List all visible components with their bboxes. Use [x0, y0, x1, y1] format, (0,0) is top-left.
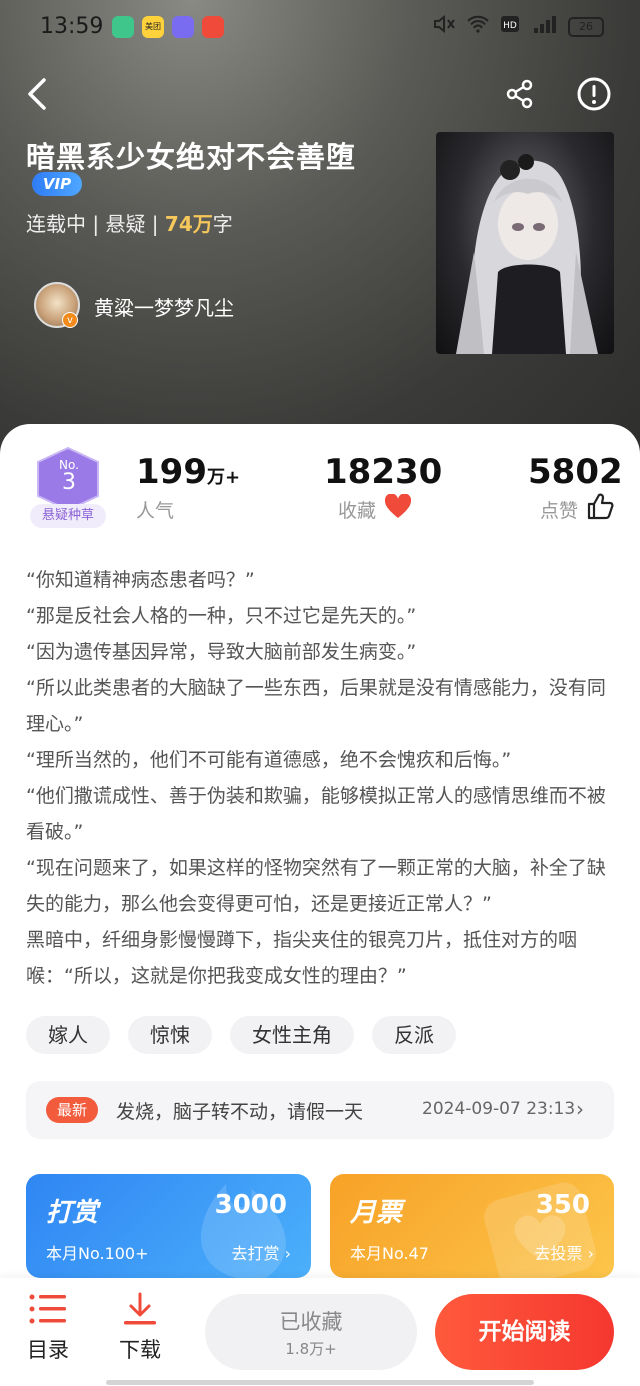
collect-value: 18230	[324, 452, 443, 492]
battery-icon: 26	[568, 16, 604, 37]
hd-icon: HD	[500, 15, 520, 38]
red-app-icon	[202, 16, 224, 38]
tag-item[interactable]: 惊悚	[128, 1016, 212, 1054]
rank-number: 3	[62, 470, 76, 495]
toc-button[interactable]: 目录	[18, 1292, 78, 1364]
vip-badge: VIP	[32, 172, 82, 196]
tag-item[interactable]: 反派	[372, 1016, 456, 1054]
share-icon	[506, 79, 533, 109]
collected-label: 已收藏	[279, 1310, 343, 1334]
chevron-left-icon	[28, 78, 46, 110]
purple-app-icon	[172, 16, 194, 38]
start-reading-button[interactable]: 开始阅读	[435, 1294, 614, 1370]
ticket-title: 月票	[350, 1198, 403, 1228]
collected-button[interactable]: 已收藏 1.8万+	[205, 1294, 417, 1370]
tag-list: 嫁人 惊悚 女性主角 反派	[26, 1016, 456, 1054]
meituan-icon: 美团	[142, 16, 164, 38]
book-title: 暗黑系少女绝对不会善堕	[26, 140, 357, 174]
back-button[interactable]	[24, 76, 54, 112]
download-button[interactable]: 下载	[110, 1292, 170, 1364]
like-label: 点赞	[540, 500, 579, 522]
latest-badge: 最新	[46, 1097, 98, 1123]
tip-title: 打赏	[46, 1198, 99, 1228]
exclamation-circle-icon	[577, 77, 611, 111]
cover-illustration	[456, 154, 598, 354]
like-value: 5802	[528, 452, 623, 492]
author-verified-badge: v	[62, 312, 78, 328]
download-icon	[124, 1292, 156, 1325]
toc-label: 目录	[27, 1338, 69, 1362]
collect-label: 收藏	[338, 500, 377, 522]
heart-icon[interactable]	[384, 494, 412, 520]
tip-action[interactable]: 去打赏 ›	[232, 1240, 292, 1264]
download-label: 下载	[119, 1338, 161, 1362]
latest-chapter[interactable]: 最新 发烧，脑子转不动，请假一天 2024-09-07 23:13 ›	[26, 1081, 614, 1139]
tag-item[interactable]: 嫁人	[26, 1016, 110, 1054]
popularity-value: 199万+	[136, 452, 241, 492]
word-count: 74万	[164, 212, 213, 236]
tag-item[interactable]: 女性主角	[230, 1016, 354, 1054]
book-cover[interactable]	[436, 132, 614, 354]
thumbs-up-icon[interactable]	[586, 492, 614, 520]
report-button[interactable]	[576, 76, 612, 112]
latest-chapter-title: 发烧，脑子转不动，请假一天	[116, 1101, 364, 1123]
book-genre[interactable]: 悬疑	[105, 212, 145, 236]
home-indicator[interactable]	[106, 1380, 534, 1385]
chevron-right-icon: ›	[576, 1097, 584, 1121]
bottom-action-bar: 目录 下载 已收藏 1.8万+ 开始阅读	[0, 1278, 640, 1386]
mute-icon	[432, 14, 456, 39]
tip-card[interactable]: 打赏 3000 本月No.100+ 去打赏 ›	[26, 1174, 311, 1278]
word-unit: 字	[212, 212, 233, 236]
signal-icon	[530, 14, 558, 39]
ticket-count: 350	[535, 1190, 590, 1220]
green-app-icon	[112, 16, 134, 38]
book-meta: 连载中 | 悬疑 | 74万字	[26, 212, 233, 236]
author-name[interactable]: 黄粱一梦梦凡尘	[94, 292, 234, 321]
wifi-icon	[466, 14, 490, 39]
status-bar: 13:59 美团 HD 26	[0, 0, 640, 56]
book-description[interactable]: “你知道精神病态患者吗？” “那是反社会人格的一种，只不过它是先天的。” “因为…	[26, 562, 618, 994]
ticket-card[interactable]: 月票 350 本月No.47 去投票 ›	[330, 1174, 614, 1278]
popularity-label: 人气	[136, 500, 175, 522]
book-status: 连载中	[26, 212, 86, 236]
tip-rank: 本月No.100+	[46, 1244, 149, 1263]
latest-chapter-time: 2024-09-07 23:13	[422, 1099, 576, 1119]
svg-text:HD: HD	[503, 21, 517, 31]
list-icon	[29, 1294, 66, 1324]
collected-count: 1.8万+	[285, 1340, 337, 1358]
status-time: 13:59	[40, 14, 104, 39]
rank-label[interactable]: 悬疑种草	[30, 504, 106, 528]
share-button[interactable]	[504, 78, 536, 110]
tip-count: 3000	[214, 1190, 287, 1220]
ticket-action[interactable]: 去投票 ›	[535, 1240, 595, 1264]
ticket-rank: 本月No.47	[350, 1244, 429, 1263]
